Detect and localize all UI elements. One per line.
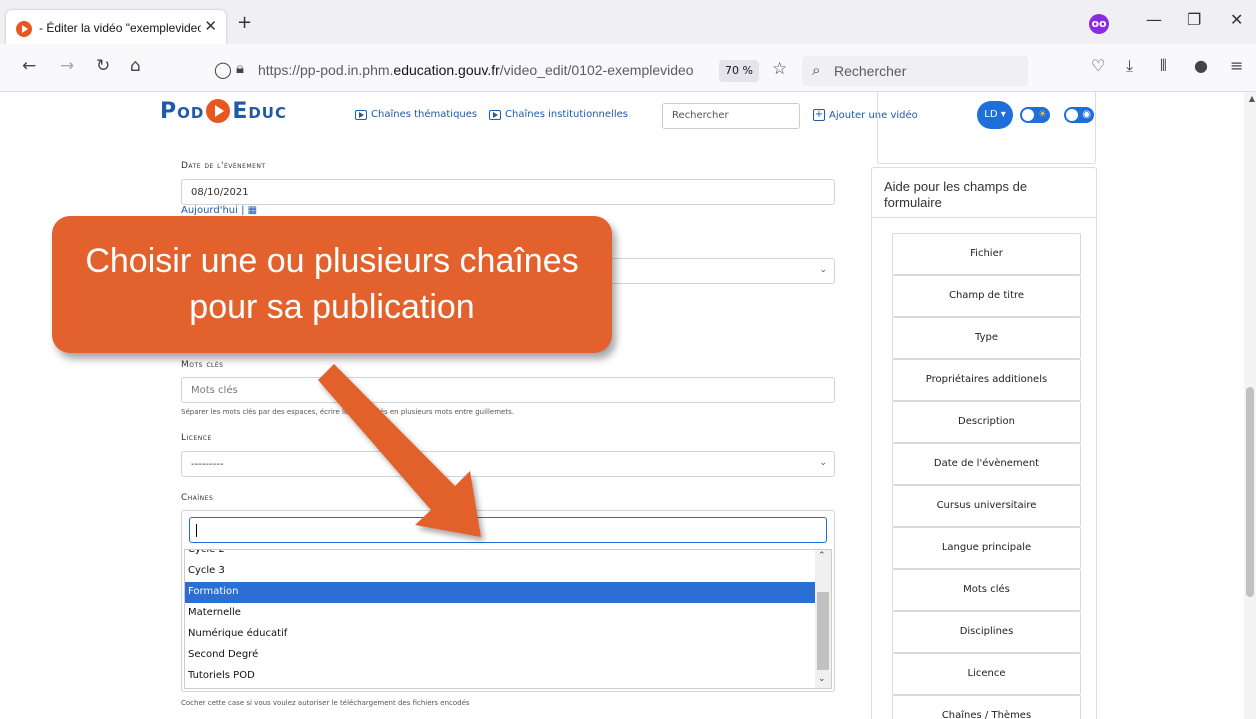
url-text[interactable]: https://pp-pod.in.phm.education.gouv.fr/… <box>258 62 693 78</box>
aide-title: Aide pour les champs de formulaire <box>884 179 1028 210</box>
aide-item-type[interactable]: Type <box>892 317 1081 359</box>
licence-value: --------- <box>191 459 224 470</box>
aide-item-licence[interactable]: Licence <box>892 653 1081 695</box>
aide-item-titre[interactable]: Champ de titre <box>892 275 1081 317</box>
tracking-shield-icon[interactable]: ◯ <box>214 60 232 79</box>
menu-icon[interactable]: ≡ <box>1230 58 1243 74</box>
licence-select[interactable]: --------- ⌄ <box>181 451 835 477</box>
aide-item-mots-cles[interactable]: Mots clés <box>892 569 1081 611</box>
download-icon[interactable]: ⤓ <box>1126 58 1133 74</box>
scrollbar-thumb[interactable] <box>817 592 829 670</box>
nav-chaines-thematiques-label: Chaînes thématiques <box>371 109 478 120</box>
list-item[interactable]: Second Degré <box>185 645 817 666</box>
close-tab-icon[interactable]: ✕ <box>204 19 217 34</box>
browser-navbar: ← → ↻ ⌂ ◯ 🔒︎ https://pp-pod.in.phm.educa… <box>0 44 1256 92</box>
licence-label: Licence <box>181 433 212 443</box>
mots-cles-input[interactable]: Mots clés <box>181 377 835 403</box>
browser-tab[interactable]: - Éditer la vidéo "exemplevideo ✕ <box>6 10 226 48</box>
restore-icon[interactable]: ❐ <box>1187 12 1201 28</box>
chevron-down-icon[interactable]: ⌄ <box>818 674 826 684</box>
chaines-search-input[interactable] <box>189 517 827 543</box>
library-icon[interactable]: ⫴ <box>1160 58 1167 74</box>
callout-text: Choisir une ou plusieurs chaînes pour sa… <box>85 242 579 326</box>
pod-educ-logo[interactable]: Pod Educ <box>160 96 287 126</box>
divider <box>872 217 1096 218</box>
browser-search-placeholder: Rechercher <box>834 63 907 79</box>
aide-card: Aide pour les champs de formulaire Fichi… <box>871 167 1097 719</box>
plus-icon: + <box>813 109 825 121</box>
aide-item-cursus[interactable]: Cursus universitaire <box>892 485 1081 527</box>
chevron-up-icon[interactable]: ▲ <box>1249 94 1255 103</box>
chevron-up-icon[interactable]: ⌃ <box>818 551 826 561</box>
aide-item-fichier[interactable]: Fichier <box>892 233 1081 275</box>
chaines-label: Chaînes <box>181 493 214 503</box>
chevron-down-icon: ⌄ <box>819 265 827 275</box>
chevron-down-icon: ⌄ <box>819 458 827 468</box>
list-item-selected[interactable]: Formation <box>185 582 817 603</box>
play-icon <box>355 109 367 120</box>
window-close-icon[interactable]: ✕ <box>1230 12 1243 28</box>
text-caret <box>196 524 197 537</box>
sidebar-top-card <box>877 92 1096 164</box>
site-search-input[interactable]: Rechercher <box>662 103 800 129</box>
nav-chaines-institutionnelles[interactable]: Chaînes institutionnelles <box>489 109 628 120</box>
list-item[interactable]: Tutoriels POD <box>185 666 817 687</box>
calendar-icon[interactable]: ▦ <box>248 205 257 216</box>
browser-search-bar[interactable]: ⌕ Rechercher <box>802 56 1028 86</box>
back-arrow-icon[interactable]: ← <box>22 58 36 75</box>
page-content: Pod Educ Chaînes thématiques Chaînes ins… <box>0 92 1256 719</box>
aide-item-chaines[interactable]: Chaînes / Thèmes <box>892 695 1081 719</box>
annotation-callout: Choisir une ou plusieurs chaînes pour sa… <box>52 216 612 353</box>
browser-tabbar: - Éditer la vidéo "exemplevideo ✕ + oo —… <box>0 0 1256 48</box>
listbox-scrollbar[interactable]: ⌃ ⌄ <box>815 550 831 688</box>
page-scrollbar-thumb[interactable] <box>1246 387 1254 597</box>
list-item[interactable]: Numérique éducatif <box>185 624 817 645</box>
reload-icon[interactable]: ↻ <box>96 58 110 75</box>
chaines-listbox[interactable]: Cycle 2 Cycle 3 Formation Maternelle Num… <box>184 549 832 689</box>
minimize-icon[interactable]: — <box>1146 12 1162 28</box>
aide-item-langue[interactable]: Langue principale <box>892 527 1081 569</box>
date-input[interactable]: 08/10/2021 <box>181 179 835 205</box>
aide-item-date[interactable]: Date de l'évènement <box>892 443 1081 485</box>
page-scrollbar[interactable]: ▲ <box>1244 92 1256 719</box>
forward-arrow-icon[interactable]: → <box>60 58 74 75</box>
logo-pod-text: Pod <box>160 98 205 124</box>
account-icon[interactable]: ● <box>1194 58 1208 74</box>
tab-title: - Éditer la vidéo "exemplevideo <box>39 21 201 35</box>
list-item[interactable]: Maternelle <box>185 603 817 624</box>
list-item[interactable]: Cycle 2 <box>185 550 817 561</box>
new-tab-button[interactable]: + <box>237 14 252 32</box>
play-icon <box>489 109 501 120</box>
aide-item-description[interactable]: Description <box>892 401 1081 443</box>
bookmark-star-icon[interactable]: ☆ <box>772 59 787 79</box>
aide-item-proprietaires[interactable]: Propriétaires additionels <box>892 359 1081 401</box>
nav-chaines-thematiques[interactable]: Chaînes thématiques <box>355 109 477 120</box>
aide-item-disciplines[interactable]: Disciplines <box>892 611 1081 653</box>
mots-cles-label: Mots clés <box>181 360 224 370</box>
chaines-multiselect[interactable]: Cycle 2 Cycle 3 Formation Maternelle Num… <box>181 510 835 692</box>
list-item[interactable]: Cycle 3 <box>185 561 817 582</box>
mots-cles-help: Séparer les mots clés par des espaces, é… <box>181 408 514 416</box>
today-link-label: Aujourd'hui | <box>181 205 245 216</box>
lock-icon[interactable]: 🔒︎ <box>236 59 244 77</box>
extension-icon[interactable]: oo <box>1089 14 1109 34</box>
download-help: Cocher cette case si vous voulez autoris… <box>181 699 470 707</box>
search-icon: ⌕ <box>812 61 821 79</box>
pocket-icon[interactable]: ♡ <box>1091 58 1105 74</box>
today-link[interactable]: Aujourd'hui | ▦ <box>181 205 257 216</box>
pod-favicon-icon <box>16 21 32 37</box>
zoom-level-badge[interactable]: 70 % <box>719 60 759 82</box>
url-bar[interactable]: ◯ 🔒︎ https://pp-pod.in.phm.education.gou… <box>202 56 798 86</box>
logo-play-icon <box>206 99 231 123</box>
date-label: Date de l'évènement <box>181 161 266 171</box>
home-icon[interactable]: ⌂ <box>130 58 141 75</box>
logo-educ-text: Educ <box>232 98 287 124</box>
nav-chaines-institutionnelles-label: Chaînes institutionnelles <box>505 109 628 120</box>
